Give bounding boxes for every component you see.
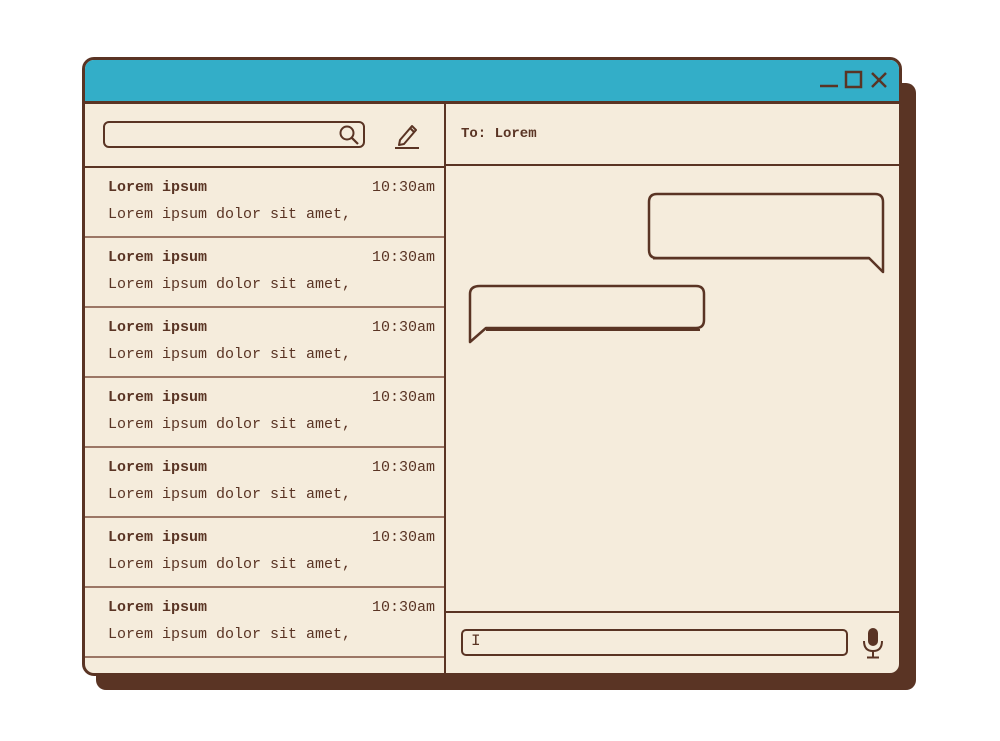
conversation-time: 10:30am xyxy=(371,319,435,336)
microphone-icon[interactable] xyxy=(862,627,884,659)
minimize-icon[interactable] xyxy=(819,70,839,90)
outgoing-message-bubble xyxy=(647,192,885,274)
search-input[interactable] xyxy=(103,121,365,148)
conversation-time: 10:30am xyxy=(371,249,435,266)
search-bar xyxy=(85,104,444,168)
conversation-name: Lorem ipsum xyxy=(108,389,208,406)
conversation-time: 10:30am xyxy=(371,179,435,196)
conversation-name: Lorem ipsum xyxy=(108,319,208,336)
maximize-icon[interactable] xyxy=(844,70,864,90)
conversation-preview: Lorem ipsum dolor sit amet, xyxy=(108,486,352,503)
recipient-label: To: Lorem xyxy=(461,126,537,142)
conversation-name: Lorem ipsum xyxy=(108,179,208,196)
conversation-preview: Lorem ipsum dolor sit amet, xyxy=(108,206,352,223)
pencil-icon[interactable] xyxy=(393,120,421,150)
conversation-preview: Lorem ipsum dolor sit amet, xyxy=(108,346,352,363)
conversation-name: Lorem ipsum xyxy=(108,249,208,266)
chat-window: Lorem ipsum 10:30am Lorem ipsum dolor si… xyxy=(82,57,902,676)
titlebar xyxy=(85,60,899,104)
conversation-time: 10:30am xyxy=(371,459,435,476)
conversation-list: Lorem ipsum 10:30am Lorem ipsum dolor si… xyxy=(85,168,444,658)
close-icon[interactable] xyxy=(869,70,889,90)
conversation-preview: Lorem ipsum dolor sit amet, xyxy=(108,416,352,433)
search-icon[interactable] xyxy=(337,123,361,147)
conversation-item[interactable]: Lorem ipsum 10:30am Lorem ipsum dolor si… xyxy=(85,448,444,518)
conversation-preview: Lorem ipsum dolor sit amet, xyxy=(108,626,352,643)
conversation-preview: Lorem ipsum dolor sit amet, xyxy=(108,556,352,573)
conversation-preview: Lorem ipsum dolor sit amet, xyxy=(108,276,352,293)
conversation-name: Lorem ipsum xyxy=(108,529,208,546)
incoming-message-bubble xyxy=(468,284,706,344)
conversation-time: 10:30am xyxy=(371,389,435,406)
message-input[interactable] xyxy=(461,629,848,656)
conversation-time: 10:30am xyxy=(371,599,435,616)
conversation-item[interactable]: Lorem ipsum 10:30am Lorem ipsum dolor si… xyxy=(85,518,444,588)
conversation-item[interactable]: Lorem ipsum 10:30am Lorem ipsum dolor si… xyxy=(85,238,444,308)
conversation-item[interactable]: Lorem ipsum 10:30am Lorem ipsum dolor si… xyxy=(85,308,444,378)
conversation-name: Lorem ipsum xyxy=(108,459,208,476)
conversation-item[interactable]: Lorem ipsum 10:30am Lorem ipsum dolor si… xyxy=(85,168,444,238)
chat-panel: To: Lorem I xyxy=(446,104,899,673)
message-composer: I xyxy=(446,611,899,673)
conversation-item[interactable]: Lorem ipsum 10:30am Lorem ipsum dolor si… xyxy=(85,378,444,448)
conversation-time: 10:30am xyxy=(371,529,435,546)
conversation-name: Lorem ipsum xyxy=(108,599,208,616)
conversation-sidebar: Lorem ipsum 10:30am Lorem ipsum dolor si… xyxy=(85,104,446,673)
conversation-item[interactable]: Lorem ipsum 10:30am Lorem ipsum dolor si… xyxy=(85,588,444,658)
chat-header: To: Lorem xyxy=(446,104,899,166)
